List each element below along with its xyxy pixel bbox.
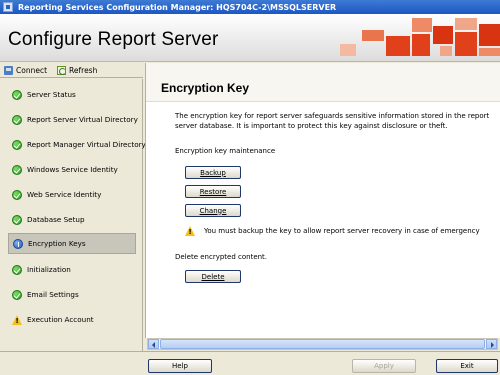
info-icon [13,238,23,249]
refresh-label: Refresh [69,65,98,75]
nav-item-server-status[interactable]: Server Status [8,84,136,105]
check-icon [12,264,22,275]
change-button-label: Change [199,206,227,215]
nav-item-label: Report Server Virtual Directory [27,115,138,124]
nav-item-windows-service-identity[interactable]: Windows Service Identity [8,159,136,180]
connect-icon [4,65,13,75]
nav-item-label: Web Service Identity [27,190,102,199]
change-button[interactable]: Change [185,204,241,217]
delete-section-label: Delete encrypted content. [175,253,268,261]
backup-button-label: Backup [200,168,226,177]
nav-item-label: Execution Account [27,315,94,324]
refresh-icon [57,65,67,75]
check-icon [12,89,22,100]
nav-item-label: Initialization [27,265,71,274]
page-title: Encryption Key [161,81,250,95]
window-title: Reporting Services Configuration Manager… [18,2,337,12]
exit-button-label: Exit [460,362,474,370]
nav-item-label: Database Setup [27,215,85,224]
scrollbar-thumb[interactable] [160,339,485,349]
apply-button-label: Apply [374,362,394,370]
warning-text: You must backup the key to allow report … [204,227,480,235]
nav-item-initialization[interactable]: Initialization [8,259,136,280]
toolbar: Connect Refresh [0,63,143,78]
nav-item-report-manager-virtual-directory[interactable]: Report Manager Virtual Directory [8,134,146,155]
connect-label: Connect [16,65,48,75]
apply-button[interactable]: Apply [352,359,416,373]
nav-item-email-settings[interactable]: Email Settings [8,284,136,305]
horizontal-scrollbar[interactable] [147,338,498,350]
check-icon [12,214,22,225]
delete-button[interactable]: Delete [185,270,241,283]
help-button-label: Help [172,362,188,370]
check-icon [12,114,22,125]
nav-item-label: Report Manager Virtual Directory [27,140,146,149]
nav-item-database-setup[interactable]: Database Setup [8,209,136,230]
restore-button-label: Restore [199,187,227,196]
backup-button[interactable]: Backup [185,166,241,179]
navigation-pane: Server Status Report Server Virtual Dire… [0,79,146,351]
nav-item-report-server-virtual-directory[interactable]: Report Server Virtual Directory [8,109,138,130]
backup-warning: You must backup the key to allow report … [185,226,480,236]
description-text: The encryption key for report server saf… [175,112,490,130]
refresh-button[interactable]: Refresh [57,65,98,75]
help-button[interactable]: Help [148,359,212,373]
warning-icon [12,314,22,325]
nav-item-label: Email Settings [27,290,79,299]
main-content: Encryption Key The encryption key for re… [145,63,500,338]
bottom-bar: Help Apply Exit [0,351,500,375]
warning-icon [185,226,195,236]
check-icon [12,289,22,300]
check-icon [12,164,22,175]
maintenance-label: Encryption key maintenance [175,147,276,155]
nav-item-label: Windows Service Identity [27,165,118,174]
nav-item-web-service-identity[interactable]: Web Service Identity [8,184,136,205]
banner-title: Configure Report Server [8,29,219,50]
app-icon [3,2,13,12]
nav-item-execution-account[interactable]: Execution Account [8,309,136,330]
nav-item-label: Encryption Keys [28,239,86,248]
connect-button[interactable]: Connect [4,65,48,75]
header-banner: Configure Report Server [0,14,500,62]
delete-button-label: Delete [201,272,225,281]
nav-item-label: Server Status [27,90,76,99]
config-manager-window: Reporting Services Configuration Manager… [0,0,500,375]
restore-button[interactable]: Restore [185,185,241,198]
nav-item-encryption-keys[interactable]: Encryption Keys [8,233,136,254]
check-icon [12,139,22,150]
scroll-left-icon[interactable] [148,339,159,349]
check-icon [12,189,22,200]
title-bar: Reporting Services Configuration Manager… [0,0,500,14]
exit-button[interactable]: Exit [436,359,498,373]
scroll-right-icon[interactable] [486,339,497,349]
content-header: Encryption Key [146,63,500,102]
